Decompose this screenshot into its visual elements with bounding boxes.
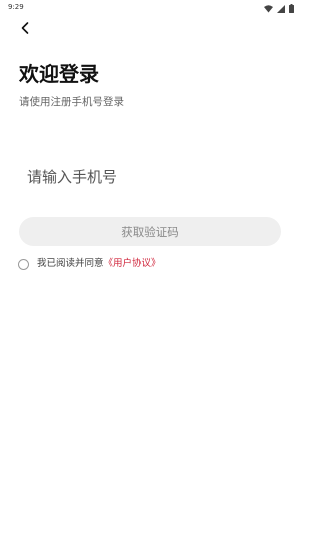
get-code-button[interactable]: 获取验证码 [19,217,281,246]
battery-icon [289,0,294,17]
status-time: 9:29 [8,3,24,11]
agreement-row: 我已阅读并同意 《用户协议》 [18,257,161,271]
user-agreement-link[interactable]: 《用户协议》 [104,257,161,271]
signal-icon [277,0,285,17]
wifi-icon [264,0,273,17]
agree-checkbox[interactable] [18,258,29,270]
back-button[interactable] [14,18,36,40]
back-arrow-icon [19,20,31,39]
phone-input[interactable] [19,160,281,194]
status-bar: 9:29 [0,0,300,14]
page-subtitle: 请使用注册手机号登录 [19,96,124,108]
status-icons [264,2,294,13]
page-title: 欢迎登录 [19,62,99,86]
agree-text: 我已阅读并同意 [37,258,104,269]
